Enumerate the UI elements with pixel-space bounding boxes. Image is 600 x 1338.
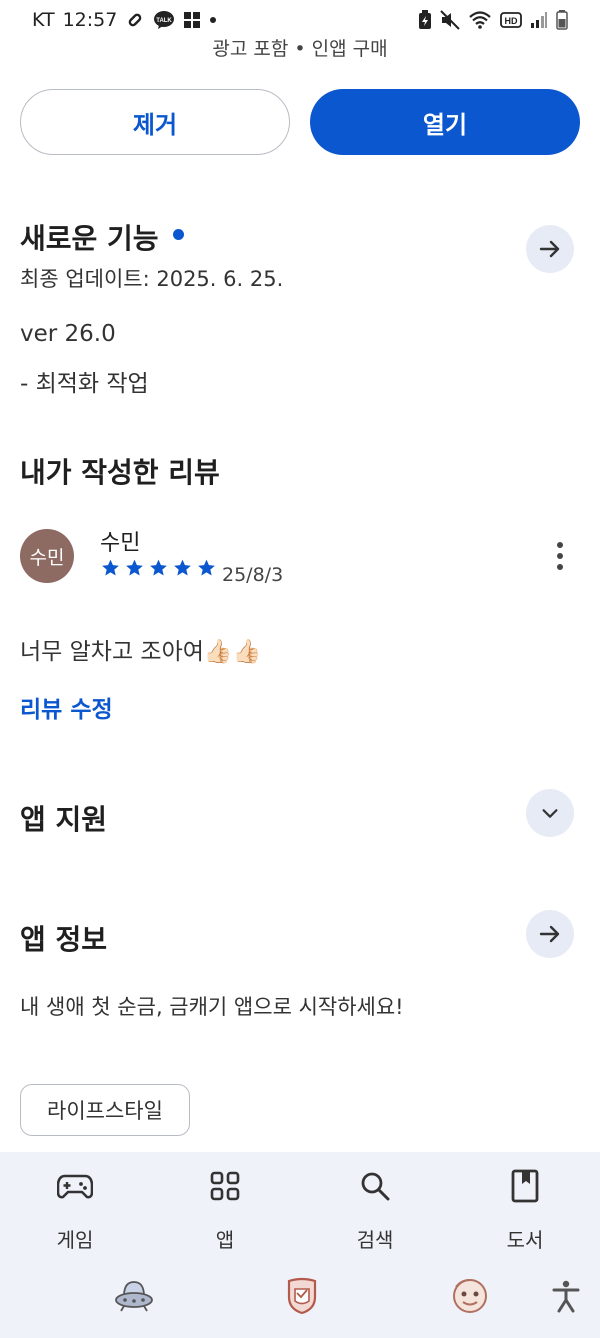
app-description: 내 생애 첫 순금, 금캐기 앱으로 시작하세요! — [20, 995, 404, 1019]
apps-grid-icon — [205, 1166, 245, 1206]
mute-icon — [440, 10, 460, 30]
gamepad-icon — [55, 1166, 95, 1206]
star-icon — [102, 559, 119, 576]
nav-label-books: 도서 — [506, 1228, 544, 1252]
review-body: 너무 알차고 조아여👍🏻👍🏻 — [20, 639, 262, 665]
link-icon — [125, 10, 145, 30]
status-right: HD — [418, 10, 568, 30]
system-bar — [0, 1262, 600, 1338]
app-support-title[interactable]: 앱 지원 — [20, 798, 107, 838]
avatar: 수민 — [20, 529, 74, 583]
review-date: 25/8/3 — [222, 564, 284, 586]
shield-app-icon[interactable] — [282, 1276, 322, 1316]
chevron-down-icon — [542, 809, 558, 818]
hd-icon: HD — [500, 11, 522, 29]
version-text: ver 26.0 — [20, 321, 116, 347]
character-app-icon[interactable] — [450, 1276, 490, 1316]
star-icon — [174, 559, 191, 576]
arrow-right-icon — [539, 925, 560, 943]
app-support-expand-button[interactable] — [526, 789, 574, 837]
battery-icon — [556, 10, 568, 30]
app-info-arrow-button[interactable] — [526, 910, 574, 958]
arrow-right-icon — [539, 240, 560, 258]
whats-new-arrow-button[interactable] — [526, 225, 574, 273]
nav-item-books[interactable]: 도서 — [450, 1166, 600, 1253]
open-button[interactable]: 열기 — [310, 89, 580, 155]
star-rating — [100, 558, 217, 578]
accessibility-icon[interactable] — [546, 1276, 586, 1316]
grid-app-icon — [183, 11, 201, 29]
update-note-text: - 최적화 작업 — [20, 371, 149, 397]
signal-icon — [530, 11, 548, 29]
whats-new-heading[interactable]: 새로운 기능 — [20, 217, 184, 257]
svg-text:HD: HD — [505, 16, 518, 26]
nav-item-apps[interactable]: 앱 — [150, 1166, 300, 1253]
battery-saver-icon — [418, 10, 432, 30]
status-left: KT 12:57 TALK — [32, 9, 217, 31]
nav-label-apps: 앱 — [215, 1228, 235, 1252]
wifi-icon — [468, 10, 492, 30]
ufo-game-icon[interactable] — [114, 1276, 154, 1316]
book-icon — [505, 1166, 545, 1206]
app-sub-info: 광고 포함 • 인앱 구매 — [212, 38, 388, 60]
category-chip[interactable]: 라이프스타일 — [20, 1084, 190, 1136]
kakaotalk-icon: TALK — [153, 10, 175, 30]
whats-new-title: 새로운 기능 — [20, 222, 159, 255]
carrier-label: KT — [32, 9, 55, 31]
my-review-title: 내가 작성한 리뷰 — [20, 456, 220, 489]
nav-label-games: 게임 — [56, 1228, 94, 1252]
last-updated-text: 최종 업데이트: 2025. 6. 25. — [20, 267, 284, 291]
nav-label-search: 검색 — [356, 1228, 394, 1252]
edit-review-link[interactable]: 리뷰 수정 — [20, 690, 113, 724]
dot-icon — [209, 16, 217, 24]
star-icon — [150, 559, 167, 576]
nav-item-search[interactable]: 검색 — [300, 1166, 450, 1253]
remove-button[interactable]: 제거 — [20, 89, 290, 155]
star-icon — [126, 559, 143, 576]
svg-text:TALK: TALK — [157, 18, 173, 24]
star-icon — [198, 559, 215, 576]
search-icon — [355, 1166, 395, 1206]
reviewer-name: 수민 — [100, 531, 141, 556]
clock: 12:57 — [62, 9, 118, 31]
new-indicator-dot — [172, 228, 184, 240]
nav-item-games[interactable]: 게임 — [0, 1166, 150, 1253]
app-info-title[interactable]: 앱 정보 — [20, 918, 107, 958]
review-more-icon[interactable] — [548, 538, 572, 574]
